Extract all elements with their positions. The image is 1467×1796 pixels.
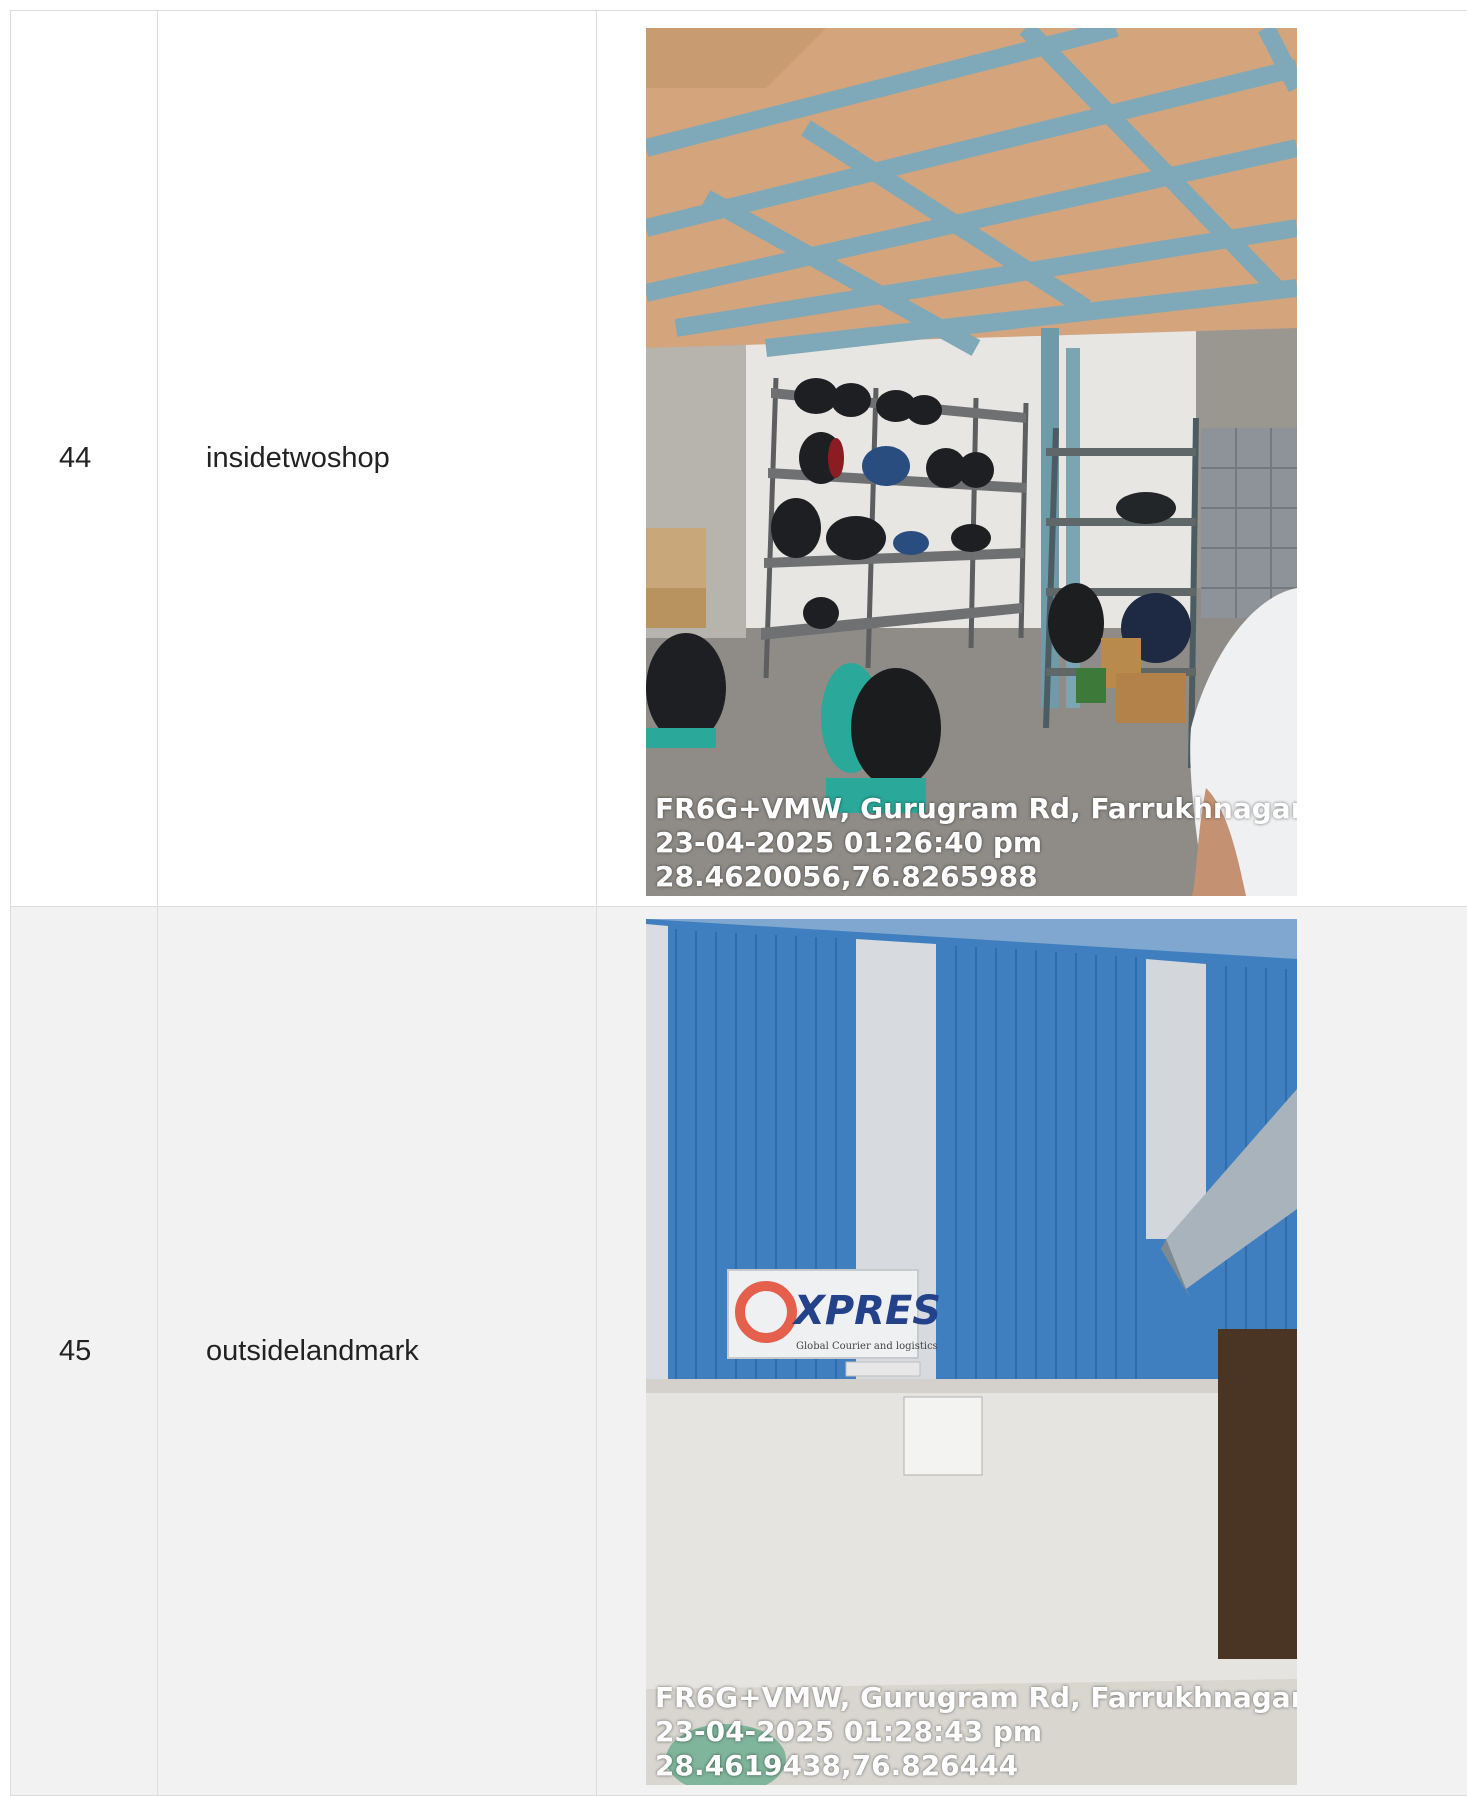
building-exterior-photo[interactable]: XPRES Global Courier and logistics FR6G+…	[646, 919, 1297, 1785]
row-number-cell: 45	[10, 907, 157, 1795]
row-photo-cell: FR6G+VMW, Gurugram Rd, Farrukhnagarrura …	[596, 11, 1467, 906]
stamp-coords: 28.4619438,76.826444	[655, 1749, 1019, 1782]
photo-table: 44 insidetwoshop FR6G+VMW, Gurugram Rd, …	[10, 10, 1467, 1796]
photo-stamp: FR6G+VMW, Gurugram Rd, Farrukhnagarrura …	[655, 792, 1297, 894]
row-name: insidetwoshop	[206, 442, 390, 474]
table-row: 45 outsidelandmark XPRES Global Courier …	[10, 907, 1467, 1796]
stamp-address: FR6G+VMW, Gurugram Rd, Farrukhnagarrura	[655, 1681, 1297, 1714]
sign-logo-text: XPRES	[791, 1288, 941, 1334]
row-name-cell: outsidelandmark	[157, 907, 596, 1795]
stamp-coords: 28.4620056,76.8265988	[655, 860, 1038, 893]
table-row: 44 insidetwoshop FR6G+VMW, Gurugram Rd, …	[10, 11, 1467, 907]
shop-interior-photo[interactable]: FR6G+VMW, Gurugram Rd, Farrukhnagarrura …	[646, 28, 1297, 896]
row-number-cell: 44	[10, 11, 157, 906]
row-photo-cell: XPRES Global Courier and logistics FR6G+…	[596, 907, 1467, 1795]
row-name: outsidelandmark	[206, 1334, 419, 1367]
stamp-datetime: 23-04-2025 01:26:40 pm	[655, 826, 1043, 859]
shop-interior-image	[646, 28, 1297, 896]
row-number: 45	[59, 1334, 92, 1367]
stamp-address: FR6G+VMW, Gurugram Rd, Farrukhnagarrura	[655, 792, 1297, 825]
stamp-datetime: 23-04-2025 01:28:43 pm	[655, 1715, 1043, 1748]
sign-subtext: Global Courier and logistics	[796, 1341, 938, 1352]
row-name-cell: insidetwoshop	[157, 11, 596, 906]
photo-stamp: FR6G+VMW, Gurugram Rd, Farrukhnagarrura …	[655, 1681, 1297, 1783]
row-number: 44	[59, 442, 92, 474]
building-exterior-image: XPRES Global Courier and logistics	[646, 919, 1297, 1785]
